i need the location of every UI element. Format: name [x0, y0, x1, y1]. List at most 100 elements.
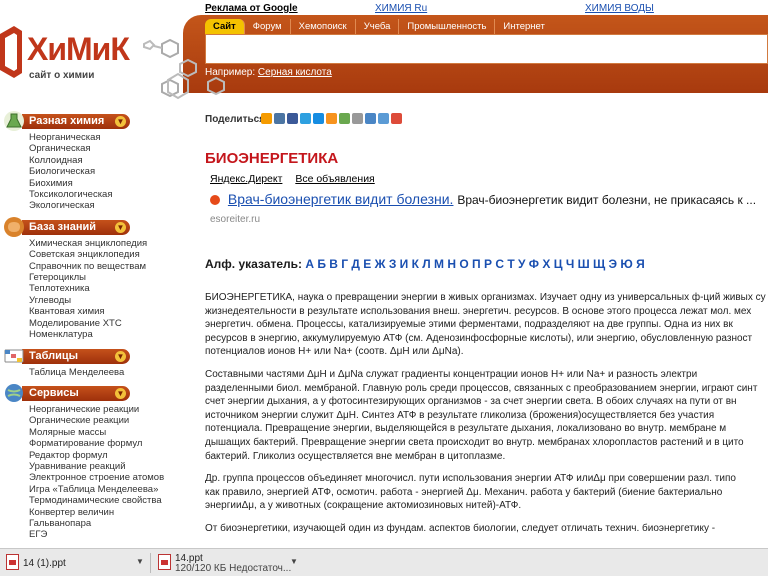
- download-filename: 14 (1).ppt: [23, 558, 66, 569]
- sidebar-item[interactable]: Форматирование формул: [29, 438, 160, 449]
- sidebar-item[interactable]: Справочник по веществам: [29, 261, 160, 272]
- share-icons: [261, 113, 402, 124]
- chevron-down-icon[interactable]: ▼: [136, 557, 144, 566]
- logo-name: ХиМиК: [27, 31, 130, 67]
- article-line: Составными частями ΔμH и ΔμNa служат гра…: [205, 368, 698, 380]
- sidebar-section-header[interactable]: Таблицы ▼: [0, 345, 160, 367]
- table-icon: [4, 349, 24, 362]
- nav-tabs: Сайт Форум Хемопоиск Учеба Промышленност…: [205, 19, 553, 34]
- tab-internet[interactable]: Интернет: [495, 19, 552, 34]
- sidebar-item[interactable]: Молярные массы: [29, 427, 160, 438]
- sidebar-item[interactable]: Теплотехника: [29, 283, 160, 294]
- download-status: 120/120 КБ Недостаточ...: [175, 563, 292, 574]
- article-line: Др. группа процессов объединяет многочис…: [205, 473, 736, 485]
- chevron-down-icon: ▼: [115, 387, 126, 399]
- sidebar-item[interactable]: Органические реакции: [29, 415, 160, 426]
- sidebar-item[interactable]: Электронное строение атомов: [29, 472, 164, 483]
- chevron-down-icon[interactable]: ▼: [290, 557, 298, 566]
- facebook-icon[interactable]: [287, 113, 298, 124]
- article-line: жизнедеятельности в результате использов…: [205, 305, 752, 317]
- sidebar-item[interactable]: Экологическая: [29, 200, 160, 211]
- vk-icon[interactable]: [274, 113, 285, 124]
- google-plus-icon[interactable]: [391, 113, 402, 124]
- example-link[interactable]: Серная кислота: [258, 67, 332, 78]
- sidebar-item[interactable]: Редактор формул: [29, 450, 160, 461]
- sidebar-item[interactable]: Термодинамические свойства: [29, 495, 162, 506]
- sidebar-section-header[interactable]: Разная химия ▼: [0, 110, 160, 132]
- article-line: ресурсов в энергию, аккумулируемую АТФ (…: [205, 332, 753, 344]
- sidebar-item[interactable]: Биологическая: [29, 166, 160, 177]
- bookmark-icon[interactable]: [326, 113, 337, 124]
- sidebar-item[interactable]: Биохимия: [29, 178, 160, 189]
- sidebar-item[interactable]: Неорганические реакции: [29, 404, 160, 415]
- blogger-icon[interactable]: [378, 113, 389, 124]
- article-line: дышащих бактерий. Превращение энергии св…: [205, 436, 744, 448]
- sidebar-item[interactable]: Конвертер величин: [29, 507, 160, 518]
- ad-domain[interactable]: esoreiter.ru: [210, 214, 260, 225]
- sidebar-item[interactable]: Коллоидная: [29, 155, 160, 166]
- odnoklassniki-icon[interactable]: [261, 113, 272, 124]
- ppt-file-icon: [158, 554, 171, 570]
- sidebar-item[interactable]: Химическая энциклопедия: [29, 238, 160, 249]
- article-line: источником энергии служит ΔμH. Синтез АТ…: [205, 409, 715, 421]
- sidebar-item[interactable]: Уравнивание реакций: [29, 461, 160, 472]
- hexagon-logo-icon: [0, 26, 22, 78]
- section-title: Сервисы: [29, 386, 79, 399]
- all-ads-link[interactable]: Все объявления: [295, 173, 374, 185]
- article-line: разделенными биол. мембраной. Главную ро…: [205, 382, 758, 394]
- ad-block: Врач-биоэнергетик видит болезни. Врач-би…: [210, 191, 756, 207]
- link-icon[interactable]: [352, 113, 363, 124]
- tab-forum[interactable]: Форум: [245, 19, 291, 34]
- alphabet-label: Алф. указатель:: [205, 257, 302, 271]
- ad-link-himiya-vody[interactable]: ХИМИЯ ВОДЫ: [585, 3, 654, 14]
- sidebar-item[interactable]: Квантовая химия: [29, 306, 160, 317]
- sidebar-item[interactable]: Гальванопара: [29, 518, 160, 529]
- sidebar-item[interactable]: Токсикологическая: [29, 189, 160, 200]
- sidebar-item[interactable]: ЕГЭ: [29, 529, 160, 540]
- sidebar-item[interactable]: Углеводы: [29, 295, 160, 306]
- livejournal-icon[interactable]: [365, 113, 376, 124]
- sidebar: Разная химия ▼ Неорганическая Органическа…: [0, 108, 164, 548]
- ppt-file-icon: [6, 554, 19, 570]
- article-line: как правило, энергией АТФ, осмотич. рабо…: [205, 486, 723, 498]
- download-item[interactable]: 14 (1).ppt ▼: [6, 552, 146, 574]
- article-line: энергииΔμ, а у животных (сокращение акто…: [205, 500, 522, 512]
- section-title: Разная химия: [29, 115, 105, 127]
- sidebar-item[interactable]: Неорганическая: [29, 132, 160, 143]
- sidebar-section-header[interactable]: Сервисы ▼: [0, 382, 160, 404]
- google-ads-link[interactable]: Реклама от Google: [205, 3, 298, 14]
- article-line: бактерий. Гликолиз осуществляется вне ме…: [205, 450, 506, 462]
- sidebar-item[interactable]: Таблица Менделеева: [29, 367, 160, 378]
- sidebar-item[interactable]: Моделирование ХТС: [29, 318, 160, 329]
- page-title: БИОЭНЕРГЕТИКА: [205, 150, 339, 167]
- liveinternet-icon[interactable]: [339, 113, 350, 124]
- flask-icon: [4, 111, 24, 131]
- sidebar-item[interactable]: Органическая: [29, 143, 160, 154]
- article-line: энергетич. обмена. Процессы, катализируе…: [205, 319, 733, 331]
- mailru-icon[interactable]: [313, 113, 324, 124]
- tab-industry[interactable]: Промышленность: [399, 19, 496, 34]
- article-line: потенциалов ионов H+ или Na+ (соотв. ΔμH…: [205, 346, 464, 358]
- logo-subtitle: сайт о химии: [29, 70, 95, 81]
- ad-link-himiya-ru[interactable]: ХИМИЯ Ru: [375, 3, 427, 14]
- section-title: Таблицы: [29, 349, 78, 362]
- search-input[interactable]: [205, 34, 768, 64]
- sidebar-section-header[interactable]: База знаний ▼: [0, 216, 160, 238]
- alphabet-letters[interactable]: А Б В Г Д Е Ж З И К Л М Н О П Р С Т У Ф …: [305, 257, 644, 271]
- download-item[interactable]: 14.ppt 120/120 КБ Недостаточ... ▼: [158, 552, 298, 574]
- tab-chemsearch[interactable]: Хемопоиск: [291, 19, 356, 34]
- alphabet-index: Алф. указатель: А Б В Г Д Е Ж З И К Л М …: [205, 257, 645, 271]
- chevron-down-icon: ▼: [115, 221, 126, 233]
- main-content: Поделиться: БИОЭНЕРГЕТИКА Яндекс.Директ …: [205, 108, 768, 548]
- sidebar-item[interactable]: Игра «Таблица Менделеева»: [29, 484, 160, 495]
- tab-study[interactable]: Учеба: [356, 19, 400, 34]
- ad-bullet-icon: [210, 195, 220, 205]
- tab-site[interactable]: Сайт: [205, 19, 245, 34]
- ad-title-link[interactable]: Врач-биоэнергетик видит болезни.: [228, 191, 454, 207]
- yandex-direct-link[interactable]: Яндекс.Директ: [210, 173, 282, 185]
- twitter-icon[interactable]: [300, 113, 311, 124]
- ad-description: Врач-биоэнергетик видит болезни, не прик…: [457, 193, 757, 207]
- sidebar-item[interactable]: Номенклатура: [29, 329, 160, 340]
- sidebar-item[interactable]: Гетероциклы: [29, 272, 160, 283]
- sidebar-item[interactable]: Советская энциклопедия: [29, 249, 160, 260]
